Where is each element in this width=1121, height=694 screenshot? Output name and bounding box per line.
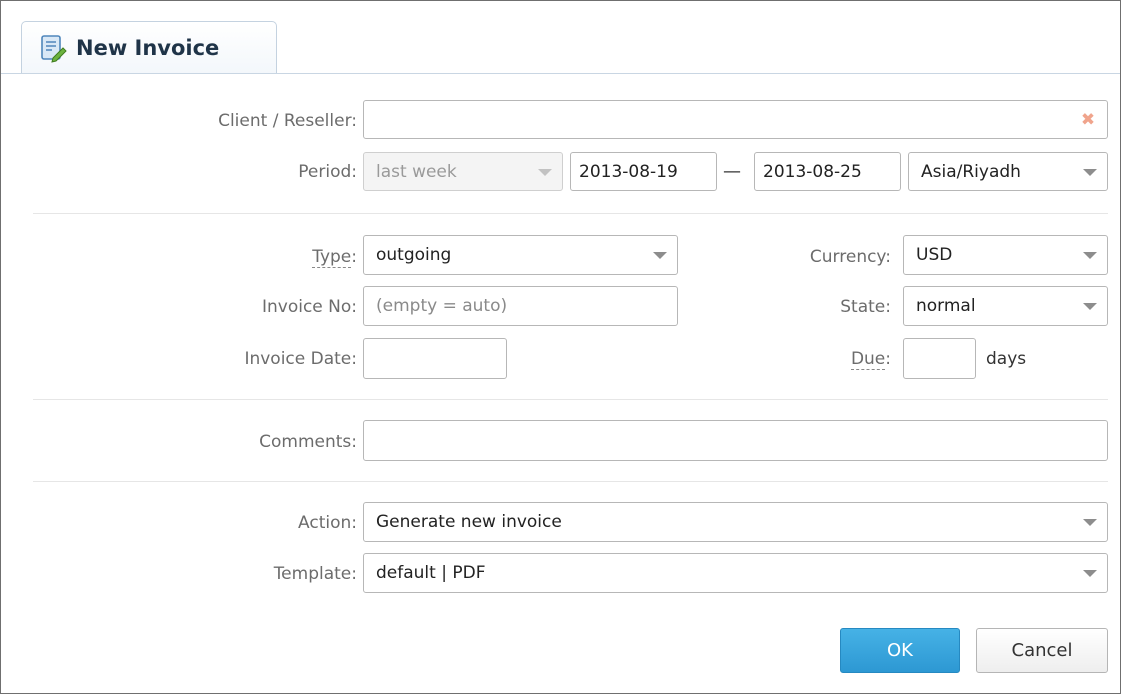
- invoice-no-placeholder: (empty = auto): [376, 296, 508, 316]
- invoice-date-input[interactable]: [363, 338, 507, 379]
- comments-label: Comments:: [259, 432, 357, 452]
- chevron-down-icon: [653, 252, 667, 259]
- type-label-word: Type: [312, 247, 352, 268]
- period-to-value: 2013-08-25: [763, 161, 862, 182]
- comments-input[interactable]: [363, 420, 1108, 461]
- chevron-down-icon: [1083, 252, 1097, 259]
- timezone-select[interactable]: Asia/Riyadh: [908, 152, 1108, 191]
- tab-strip: New Invoice: [1, 1, 1120, 75]
- action-value: Generate new invoice: [376, 512, 562, 532]
- invoice-no-input[interactable]: (empty = auto): [363, 286, 678, 326]
- template-select[interactable]: default | PDF: [363, 553, 1108, 593]
- period-from-date-input[interactable]: 2013-08-19: [570, 152, 717, 191]
- action-label: Action:: [298, 513, 357, 533]
- template-label: Template:: [273, 564, 357, 584]
- period-label: Period:: [298, 162, 357, 182]
- period-preset-value: last week: [376, 161, 457, 182]
- period-to-date-input[interactable]: 2013-08-25: [754, 152, 901, 191]
- cancel-button[interactable]: Cancel: [976, 628, 1108, 673]
- type-label: Type:: [312, 247, 357, 268]
- invoice-no-label: Invoice No:: [261, 297, 357, 317]
- template-value: default | PDF: [376, 563, 486, 583]
- tab-new-invoice[interactable]: New Invoice: [21, 21, 277, 74]
- state-value: normal: [916, 296, 976, 316]
- due-days-input[interactable]: [903, 338, 976, 379]
- section-divider: [33, 481, 1108, 482]
- due-label-word: Due: [850, 349, 886, 370]
- chevron-down-icon: [1083, 168, 1097, 176]
- client-reseller-input[interactable]: ✖: [363, 100, 1108, 139]
- type-value: outgoing: [376, 245, 452, 265]
- due-days-suffix: days: [986, 349, 1027, 369]
- timezone-value: Asia/Riyadh: [921, 161, 1021, 182]
- invoice-edit-icon: [38, 33, 68, 63]
- period-preset-select: last week: [363, 152, 563, 191]
- tab-title: New Invoice: [76, 36, 220, 60]
- chevron-down-icon: [1083, 519, 1097, 526]
- state-select[interactable]: normal: [903, 286, 1108, 326]
- currency-select[interactable]: USD: [903, 235, 1108, 275]
- due-label-colon: :: [885, 349, 891, 369]
- state-label: State:: [840, 297, 891, 317]
- tab-underline: [1, 73, 1120, 74]
- type-label-colon: :: [351, 247, 357, 267]
- chevron-down-icon: [538, 168, 552, 176]
- section-divider: [33, 399, 1108, 400]
- currency-value: USD: [916, 245, 953, 265]
- currency-label: Currency:: [809, 247, 891, 267]
- period-range-separator: —: [723, 161, 741, 182]
- chevron-down-icon: [1083, 303, 1097, 310]
- section-divider: [33, 213, 1108, 214]
- action-select[interactable]: Generate new invoice: [363, 502, 1108, 542]
- new-invoice-window: New Invoice Client / Reseller: ✖ Period:…: [0, 0, 1121, 694]
- client-reseller-label: Client / Reseller:: [218, 111, 357, 131]
- clear-x-icon[interactable]: ✖: [1079, 111, 1097, 129]
- invoice-date-label: Invoice Date:: [244, 349, 357, 369]
- type-select[interactable]: outgoing: [363, 235, 678, 275]
- period-from-value: 2013-08-19: [579, 161, 678, 182]
- due-label: Due:: [850, 349, 891, 370]
- chevron-down-icon: [1083, 570, 1097, 577]
- ok-button[interactable]: OK: [840, 628, 960, 673]
